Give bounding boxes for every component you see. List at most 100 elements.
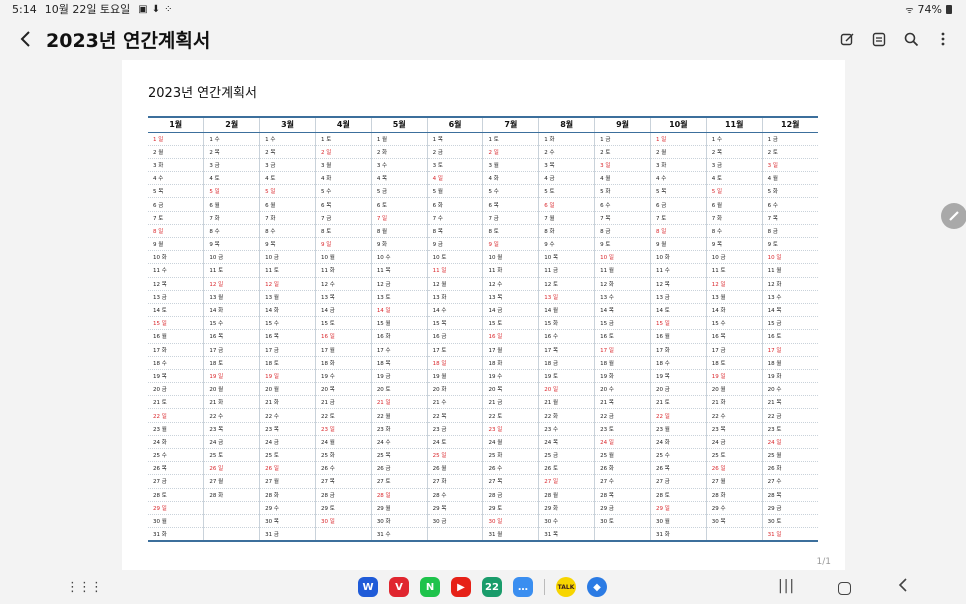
day-cell: 9 월 xyxy=(148,237,204,252)
day-cell: 8 수 xyxy=(203,224,260,239)
day-cell: 17 목 xyxy=(538,343,595,357)
more-options-icon[interactable] xyxy=(934,30,952,48)
day-cell: 27 수 xyxy=(594,474,651,489)
day-cell: 8 일 xyxy=(649,224,707,239)
day-cell: 22 금 xyxy=(594,408,651,423)
day-cell: 3 토 xyxy=(426,158,483,173)
edit-icon[interactable] xyxy=(838,30,856,48)
day-cell xyxy=(426,527,483,542)
day-cell: 16 수 xyxy=(538,329,595,344)
day-cell: 1 화 xyxy=(538,132,595,146)
day-cell: 3 월 xyxy=(314,158,372,173)
yearly-calendar-table: 1월 2월 3월 4월 5월 6월 7월 8월 9월 10월 11월 12월 1 일1 수1 수1 토… xyxy=(148,116,818,542)
day-cell: 13 수 xyxy=(594,290,651,304)
day-cell: 16 토 xyxy=(594,329,651,344)
day-cell: 16 금 xyxy=(426,329,483,344)
day-cell: 22 수 xyxy=(705,408,763,423)
day-cell: 25 일 xyxy=(426,448,483,463)
day-cell xyxy=(203,514,260,529)
day-cell: 22 수 xyxy=(259,408,316,423)
day-cell: 4 월 xyxy=(594,171,651,186)
notification-icons: ▣ ⬇ ⁘ xyxy=(138,4,172,15)
table-row: 5 목5 일5 일5 수5 금5 월5 수5 토5 화5 목5 일5 화 xyxy=(148,184,818,199)
day-cell: 26 토 xyxy=(538,461,595,476)
system-back-icon[interactable] xyxy=(898,578,908,592)
day-cell: 20 수 xyxy=(761,382,818,397)
day-cell: 13 목 xyxy=(482,290,539,304)
month-header-7: 7월 xyxy=(482,117,539,133)
home-icon[interactable] xyxy=(838,582,851,595)
reader-mode-icon[interactable] xyxy=(870,30,888,48)
month-header-12: 12월 xyxy=(761,117,818,133)
w-app-icon[interactable]: W xyxy=(358,577,378,597)
day-cell: 16 화 xyxy=(370,329,428,344)
day-cell: 6 토 xyxy=(370,197,428,212)
day-cell: 28 목 xyxy=(594,488,651,502)
gallery-icon: ▣ xyxy=(138,3,148,15)
day-cell: 18 일 xyxy=(426,356,483,370)
day-cell: 9 금 xyxy=(426,237,483,252)
day-cell: 7 화 xyxy=(705,211,763,225)
day-cell: 20 월 xyxy=(259,382,316,397)
day-cell: 12 토 xyxy=(538,277,595,291)
day-cell: 6 일 xyxy=(538,197,595,212)
download-icon: ⬇ xyxy=(151,3,161,15)
day-cell: 25 토 xyxy=(203,448,260,463)
status-bar: 5:14 10월 22일 토요일 ▣ ⬇ ⁘ ᯤ 74% xyxy=(0,0,966,18)
day-cell: 24 금 xyxy=(203,435,260,450)
day-cell: 23 토 xyxy=(594,422,651,436)
naver-icon[interactable]: N xyxy=(420,577,440,597)
youtube-icon[interactable]: ▶ xyxy=(451,577,471,597)
day-cell: 14 화 xyxy=(259,303,316,318)
day-cell: 20 월 xyxy=(705,382,763,397)
day-cell: 1 금 xyxy=(594,132,651,146)
day-cell: 25 월 xyxy=(594,448,651,463)
day-cell: 16 목 xyxy=(203,329,260,344)
day-cell: 30 토 xyxy=(761,514,818,529)
app-drawer-icon[interactable]: ⋮⋮⋮ xyxy=(66,580,103,595)
battery-icon xyxy=(946,4,952,14)
table-row: 2 월2 목2 목2 일2 화2 금2 일2 수2 토2 월2 목2 토 xyxy=(148,145,818,159)
pen-icon[interactable] xyxy=(941,203,966,229)
day-cell: 8 월 xyxy=(370,224,428,239)
messages-icon[interactable]: … xyxy=(513,577,533,597)
table-row: 29 일 29 수 29 토 29 월 29 목 29 토 29 화 29 금 29 일 29 수… xyxy=(148,501,818,515)
day-cell: 14 월 xyxy=(538,303,595,318)
day-cell: 11 월 xyxy=(761,263,818,278)
day-cell: 7 토 xyxy=(649,211,707,225)
search-icon[interactable] xyxy=(902,30,920,48)
day-cell: 19 토 xyxy=(538,369,595,384)
back-arrow-icon[interactable] xyxy=(14,28,36,50)
kakaotalk-icon[interactable]: TALK xyxy=(556,577,576,597)
day-cell: 5 금 xyxy=(370,184,428,199)
day-cell: 4 일 xyxy=(426,171,483,186)
browser-icon[interactable]: ◆ xyxy=(587,577,607,597)
day-cell: 11 토 xyxy=(259,263,316,278)
day-cell: 3 화 xyxy=(649,158,707,173)
table-row: 11 수 11 토 11 토 11 화 11 목 11 일 11 화 11 금 11 월 11 수… xyxy=(148,263,818,278)
calendar-app-icon[interactable]: 22 xyxy=(482,577,502,597)
day-cell: 26 화 xyxy=(594,461,651,476)
day-cell: 17 일 xyxy=(761,343,818,357)
day-cell: 24 일 xyxy=(594,435,651,450)
day-cell: 3 월 xyxy=(482,158,539,173)
day-cell: 5 목 xyxy=(148,184,204,199)
table-row: 22 일 22 수 22 수 22 토 22 월 22 목 22 토 22 화 22 금 22 일… xyxy=(148,408,818,423)
table-row: 6 금6 월6 월6 목6 토6 화6 목6 일6 수6 금6 월6 수 xyxy=(148,197,818,212)
v-app-icon[interactable]: V xyxy=(389,577,409,597)
app-title: 2023년 연간계획서 xyxy=(46,29,211,52)
day-cell: 10 월 xyxy=(314,250,372,265)
day-cell: 30 일 xyxy=(482,514,539,529)
day-cell: 10 월 xyxy=(482,250,539,265)
day-cell: 14 수 xyxy=(426,303,483,318)
day-cell: 1 목 xyxy=(426,132,483,146)
recent-apps-icon[interactable]: ||| xyxy=(778,578,795,594)
day-cell: 24 토 xyxy=(426,435,483,450)
day-cell: 20 일 xyxy=(538,382,595,397)
day-cell: 14 토 xyxy=(148,303,204,318)
day-cell: 31 일 xyxy=(761,527,818,542)
day-cell: 23 목 xyxy=(705,422,763,436)
day-cell: 9 토 xyxy=(761,237,818,252)
day-cell: 8 금 xyxy=(594,224,651,239)
day-cell: 14 목 xyxy=(594,303,651,318)
